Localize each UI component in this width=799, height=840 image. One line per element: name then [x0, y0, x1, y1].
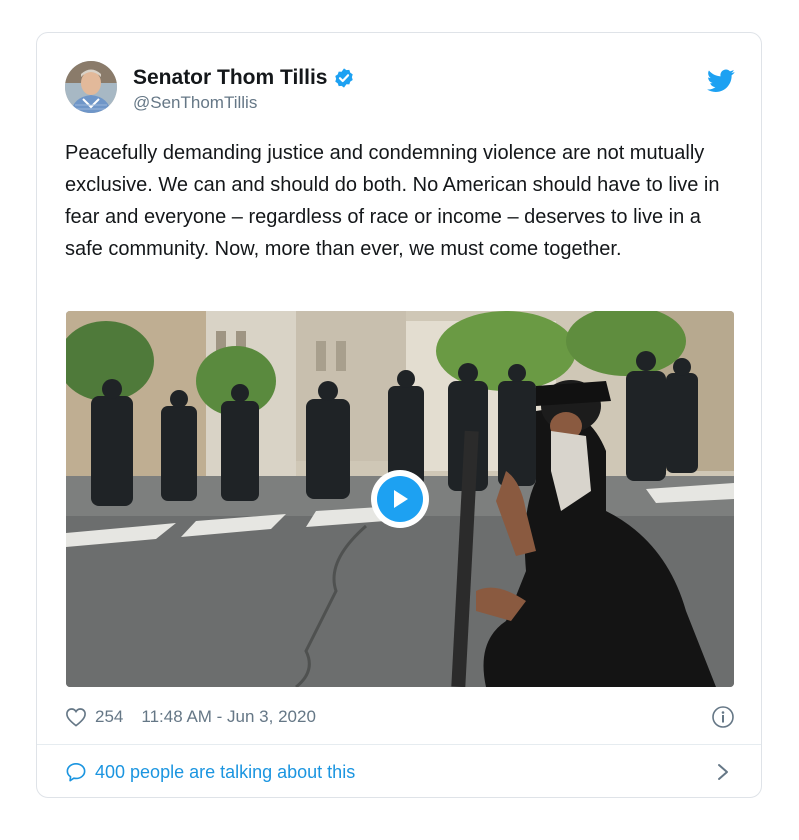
tweet-video[interactable] — [66, 311, 734, 687]
name-block: Senator Thom Tillis @SenThomTillis — [133, 65, 355, 113]
conversation-label[interactable]: 400 people are talking about this — [95, 762, 355, 783]
avatar[interactable] — [65, 61, 117, 113]
tweet-text: Peacefully demanding justice and condemn… — [65, 142, 720, 260]
handle[interactable]: @SenThomTillis — [133, 93, 355, 113]
display-name-row: Senator Thom Tillis — [133, 65, 355, 91]
like-count[interactable]: 254 — [95, 707, 123, 727]
tweet-meta: 254 11:48 AM - Jun 3, 2020 — [65, 703, 735, 731]
play-button-inner — [377, 476, 423, 522]
chevron-right-icon[interactable] — [717, 763, 729, 781]
tweet-card: Senator Thom Tillis @SenThomTillis Peace… — [36, 32, 762, 798]
twitter-bird-icon[interactable] — [707, 69, 735, 93]
heart-icon[interactable] — [65, 707, 87, 727]
play-icon — [394, 490, 408, 508]
comment-icon — [66, 763, 86, 782]
divider — [37, 744, 761, 745]
verified-badge-icon — [335, 68, 354, 88]
display-name[interactable]: Senator Thom Tillis — [133, 66, 327, 90]
timestamp[interactable]: 11:48 AM - Jun 3, 2020 — [141, 707, 316, 727]
info-icon[interactable] — [711, 705, 735, 729]
tweet-header: Senator Thom Tillis @SenThomTillis — [65, 61, 735, 119]
conversation-link[interactable]: 400 people are talking about this — [65, 757, 735, 787]
play-button[interactable] — [371, 470, 429, 528]
